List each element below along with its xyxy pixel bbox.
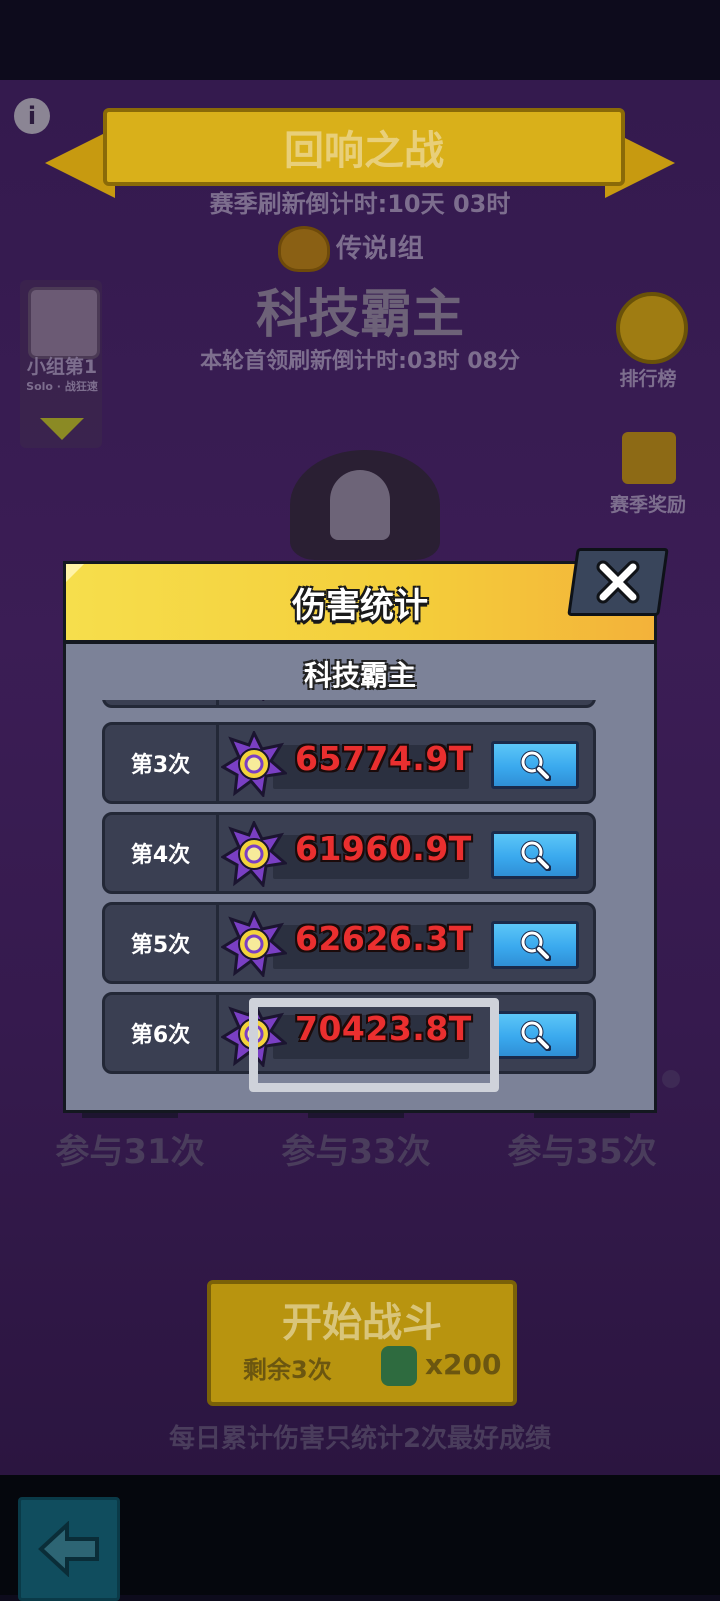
leaderboard-coin-icon[interactable] — [616, 292, 688, 364]
attempt-label: 第5次 — [105, 905, 219, 981]
gift-icon[interactable] — [622, 432, 676, 484]
view-details-button[interactable] — [491, 921, 579, 969]
rank-text: 小组第1 — [26, 356, 98, 378]
season-countdown: 赛季刷新倒计时:10天 03时 — [209, 190, 511, 218]
event-banner: 回响之战 — [45, 108, 675, 198]
attempt-label: 第3次 — [105, 725, 219, 801]
start-battle-label: 开始战斗 — [282, 1300, 442, 1346]
event-title: 回响之战 — [103, 108, 625, 186]
damage-badge-icon — [221, 911, 287, 977]
damage-value: 65774.9T — [295, 739, 472, 778]
rank-badge-icon — [278, 226, 330, 272]
back-button[interactable] — [18, 1497, 120, 1601]
view-details-button[interactable] — [491, 1011, 579, 1059]
boss-name: 科技霸主 — [255, 285, 464, 345]
milestone-label: 参与31次 — [55, 1132, 205, 1172]
view-details-button[interactable] — [491, 831, 579, 879]
damage-badge-icon — [221, 731, 287, 797]
avatar — [28, 287, 100, 359]
highlight-frame — [249, 998, 499, 1092]
damage-value: 62626.3T — [295, 919, 472, 958]
leaderboard-label[interactable]: 排行榜 — [608, 364, 688, 391]
modal-title: 伤害统计 — [292, 585, 428, 626]
search-icon — [520, 930, 551, 961]
damage-value: 61960.9T — [295, 829, 472, 868]
table-row: 第5次 62626.3T — [102, 902, 596, 984]
list-item — [102, 700, 596, 708]
back-arrow-icon — [38, 1521, 99, 1577]
damage-badge-icon — [221, 821, 287, 887]
search-icon — [520, 750, 551, 781]
search-icon — [520, 1020, 551, 1051]
damage-badge-icon — [233, 700, 265, 701]
milestone-label: 参与33次 — [281, 1132, 431, 1172]
gem-icon — [381, 1346, 417, 1386]
remaining-attempts: 剩余3次 — [243, 1356, 332, 1384]
milestone-label: 参与35次 — [507, 1132, 657, 1172]
chevron-down-icon[interactable] — [40, 418, 84, 440]
group-label: 传说I组 — [336, 234, 424, 264]
view-details-button[interactable] — [491, 741, 579, 789]
battle-cost: x200 — [425, 1348, 502, 1381]
close-button[interactable] — [567, 548, 669, 616]
rank-subtext: Solo · 战狂速 — [26, 380, 98, 393]
attempt-label: 第6次 — [105, 995, 219, 1071]
table-row: 第4次 61960.9T — [102, 812, 596, 894]
start-battle-button[interactable]: 开始战斗 剩余3次 x200 — [207, 1280, 517, 1406]
boss-figure — [330, 470, 390, 540]
season-reward-label[interactable]: 赛季奖励 — [600, 490, 696, 517]
page-dot — [662, 1070, 680, 1088]
attempt-label: 第4次 — [105, 815, 219, 891]
search-icon — [520, 840, 551, 871]
table-row: 第3次 65774.9T — [102, 722, 596, 804]
footer-note: 每日累计伤害只统计2次最好成绩 — [168, 1424, 552, 1454]
modal-subtitle: 科技霸主 — [303, 659, 416, 692]
close-icon — [596, 560, 640, 604]
modal-header: 伤害统计 — [66, 564, 654, 644]
